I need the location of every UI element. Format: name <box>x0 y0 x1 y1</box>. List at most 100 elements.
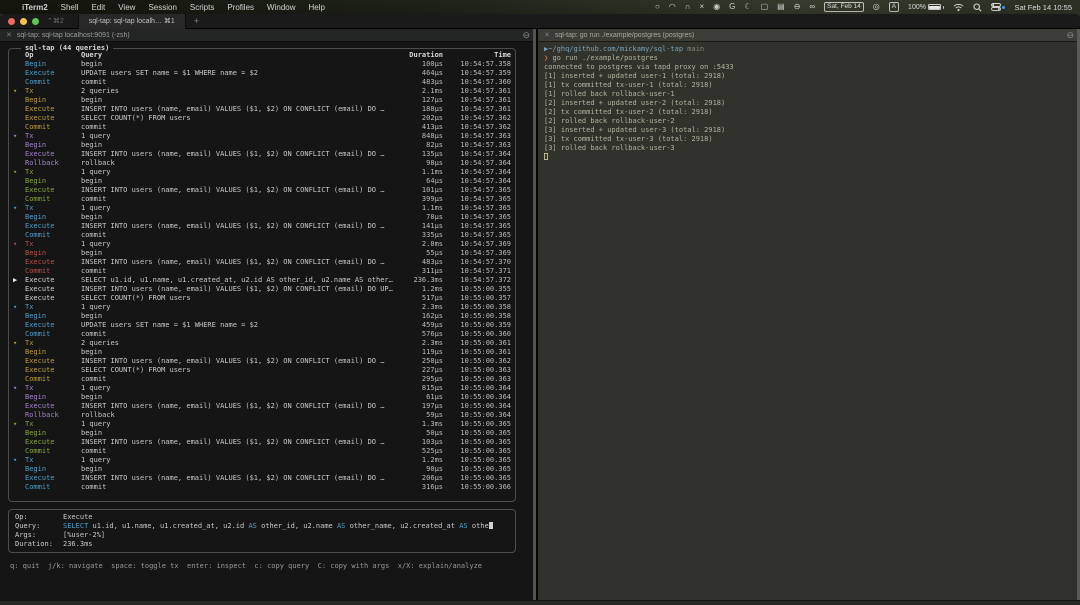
new-tab-button[interactable]: + <box>194 16 199 26</box>
status-icon-circle[interactable]: ○ <box>655 0 660 14</box>
table-row[interactable]: Commitcommit295µs10:55:00.363 <box>13 375 511 384</box>
wifi-icon[interactable] <box>953 3 964 12</box>
table-row[interactable]: ExecuteINSERT INTO users (name, email) V… <box>13 186 511 195</box>
table-row[interactable]: Commitcommit335µs10:54:57.365 <box>13 231 511 240</box>
table-row[interactable]: ▾Tx1 query815µs10:55:00.364 <box>13 384 511 393</box>
tab-sql-tap[interactable]: sql-tap: sql-tap localh… ⌘1 <box>78 14 186 29</box>
table-row[interactable]: Beginbegin90µs10:55:00.365 <box>13 465 511 474</box>
table-row[interactable]: ExecuteINSERT INTO users (name, email) V… <box>13 357 511 366</box>
table-row[interactable]: ExecuteINSERT INTO users (name, email) V… <box>13 402 511 411</box>
zoom-window-button[interactable] <box>32 18 39 25</box>
close-window-button[interactable] <box>8 18 15 25</box>
table-row[interactable]: Beginbegin61µs10:55:00.364 <box>13 393 511 402</box>
menu-item-shell[interactable]: Shell <box>61 3 79 12</box>
status-icon-box[interactable]: ▢ <box>761 0 769 14</box>
status-icon-dnd[interactable]: ⊖ <box>794 0 801 14</box>
table-row[interactable]: Beginbegin78µs10:54:57.365 <box>13 213 511 222</box>
table-row[interactable]: ExecuteINSERT INTO users (name, email) V… <box>13 258 511 267</box>
table-row[interactable]: Beginbegin55µs10:54:57.369 <box>13 249 511 258</box>
table-row[interactable]: ▾Tx1 query1.1ms10:54:57.364 <box>13 168 511 177</box>
maximize-pane-icon[interactable]: ⊖ <box>522 30 530 40</box>
pane-go-run[interactable]: ✕ sql-tap: go run ./example/postgres (po… <box>538 29 1080 600</box>
close-pane-icon[interactable]: ✕ <box>544 31 550 39</box>
table-row[interactable]: ▾Tx2 queries2.3ms10:55:00.361 <box>13 339 511 348</box>
table-row[interactable]: ▾Tx2 queries2.1ms10:54:57.361 <box>13 87 511 96</box>
close-pane-icon[interactable]: ✕ <box>6 31 12 39</box>
menu-item-view[interactable]: View <box>118 3 135 12</box>
table-row[interactable]: ExecuteINSERT INTO users (name, email) V… <box>13 222 511 231</box>
table-row[interactable]: ▾Tx1 query2.0ms10:54:57.369 <box>13 240 511 249</box>
table-row[interactable]: Rollbackrollback59µs10:55:00.364 <box>13 411 511 420</box>
table-row[interactable]: ExecuteSELECT COUNT(*) FROM users227µs10… <box>13 366 511 375</box>
menu-item-profiles[interactable]: Profiles <box>227 3 254 12</box>
minimize-window-button[interactable] <box>20 18 27 25</box>
table-row[interactable]: Commitcommit311µs10:54:57.371 <box>13 267 511 276</box>
table-row[interactable]: ExecuteINSERT INTO users (name, email) V… <box>13 105 511 114</box>
left-pane-scrollbar[interactable] <box>533 29 536 600</box>
table-row[interactable]: ExecuteINSERT INTO users (name, email) V… <box>13 150 511 159</box>
status-icon-link[interactable]: ∞ <box>809 0 815 14</box>
table-row[interactable]: Commitcommit399µs10:54:57.365 <box>13 195 511 204</box>
spotlight-search-icon[interactable] <box>973 3 982 12</box>
table-row[interactable]: Rollbackrollback98µs10:54:57.364 <box>13 159 511 168</box>
menu-item-scripts[interactable]: Scripts <box>190 3 214 12</box>
right-pane-session-title: sql-tap: go run ./example/postgres (post… <box>555 32 694 39</box>
table-row[interactable]: ▾Tx1 query1.1ms10:54:57.365 <box>13 204 511 213</box>
terminal-line: ❯ go run ./example/postgres <box>544 54 1074 63</box>
detail-query-value: SELECT u1.id, u1.name, u1.created_at, u2… <box>63 522 509 531</box>
menu-item-edit[interactable]: Edit <box>91 3 105 12</box>
detail-op-label: Op: <box>15 513 63 522</box>
status-icon-stats[interactable]: ◠ <box>669 0 676 14</box>
input-source-icon[interactable]: A <box>889 2 899 12</box>
table-row[interactable]: ▾Tx1 query1.3ms10:55:00.365 <box>13 420 511 429</box>
status-icon-clipboard[interactable]: ▤ <box>777 0 785 14</box>
table-row[interactable]: ▾Tx1 query848µs10:54:57.363 <box>13 132 511 141</box>
battery-indicator[interactable]: 100% <box>908 4 944 11</box>
table-row[interactable]: ▾Tx1 query1.2ms10:55:00.365 <box>13 456 511 465</box>
query-table-panel: sql-tap (44 queries) Op Query Duration T… <box>8 48 516 502</box>
detail-duration-label: Duration: <box>15 540 63 549</box>
table-row[interactable]: Commitcommit316µs10:55:00.366 <box>13 483 511 492</box>
table-row[interactable]: Beginbegin82µs10:54:57.363 <box>13 141 511 150</box>
table-row[interactable]: Commitcommit413µs10:54:57.362 <box>13 123 511 132</box>
table-row[interactable]: Beginbegin50µs10:55:00.365 <box>13 429 511 438</box>
table-row[interactable]: Beginbegin64µs10:54:57.364 <box>13 177 511 186</box>
terminal-line <box>544 153 1074 162</box>
status-icon-camera[interactable]: ◉ <box>713 0 720 14</box>
table-row[interactable]: Beginbegin127µs10:54:57.361 <box>13 96 511 105</box>
calendar-menulet[interactable]: Sat, Feb 14 <box>824 2 864 12</box>
table-row[interactable]: ExecuteINSERT INTO users (name, email) V… <box>13 438 511 447</box>
maximize-pane-icon[interactable]: ⊖ <box>1066 30 1074 40</box>
table-row[interactable]: ExecuteUPDATE users SET name = $1 WHERE … <box>13 321 511 330</box>
menu-item-window[interactable]: Window <box>267 3 295 12</box>
status-icon-magnet[interactable]: ∩ <box>685 0 691 14</box>
table-row[interactable]: Beginbegin162µs10:55:00.358 <box>13 312 511 321</box>
status-icon-x[interactable]: × <box>700 0 705 14</box>
table-row[interactable]: ExecuteSELECT COUNT(*) FROM users202µs10… <box>13 114 511 123</box>
record-icon[interactable]: ◎ <box>873 0 880 14</box>
table-row[interactable]: ExecuteUPDATE users SET name = $1 WHERE … <box>13 69 511 78</box>
table-row[interactable]: ExecuteINSERT INTO users (name, email) V… <box>13 285 511 294</box>
menu-item-session[interactable]: Session <box>148 3 176 12</box>
terminal-line: [2] inserted + updated user-2 (total: 29… <box>544 99 1074 108</box>
status-icon-chrome[interactable]: G <box>729 0 735 14</box>
table-row[interactable]: Commitcommit576µs10:55:00.360 <box>13 330 511 339</box>
menu-item-help[interactable]: Help <box>309 3 325 12</box>
menu-bar-clock[interactable]: Sat Feb 14 10:55 <box>1014 3 1072 12</box>
query-table-body: Beginbegin100µs10:54:57.358ExecuteUPDATE… <box>13 60 511 492</box>
table-row[interactable]: Commitcommit483µs10:54:57.360 <box>13 78 511 87</box>
status-icon-moon[interactable]: ☾ <box>744 0 751 14</box>
table-row[interactable]: ▾Tx1 query2.3ms10:55:00.358 <box>13 303 511 312</box>
table-row[interactable]: ExecuteINSERT INTO users (name, email) V… <box>13 474 511 483</box>
battery-percent: 100% <box>908 4 926 11</box>
table-row[interactable]: Beginbegin119µs10:55:00.361 <box>13 348 511 357</box>
table-row[interactable]: Commitcommit525µs10:55:00.365 <box>13 447 511 456</box>
menu-item-app[interactable]: iTerm2 <box>22 3 48 12</box>
table-row[interactable]: ExecuteSELECT COUNT(*) FROM users517µs10… <box>13 294 511 303</box>
control-center-icon[interactable] <box>991 3 1005 11</box>
right-pane-title-bar: ✕ sql-tap: go run ./example/postgres (po… <box>538 29 1080 42</box>
menu-bar: iTerm2 Shell Edit View Session Scripts Profil… <box>0 0 1080 14</box>
table-row[interactable]: Beginbegin100µs10:54:57.358 <box>13 60 511 69</box>
pane-sql-tap[interactable]: ✕ sql-tap: sql-tap localhost:9091 (-zsh)… <box>0 29 536 600</box>
table-row-selected[interactable]: ▶ExecuteSELECT u1.id, u1.name, u1.create… <box>13 276 511 285</box>
